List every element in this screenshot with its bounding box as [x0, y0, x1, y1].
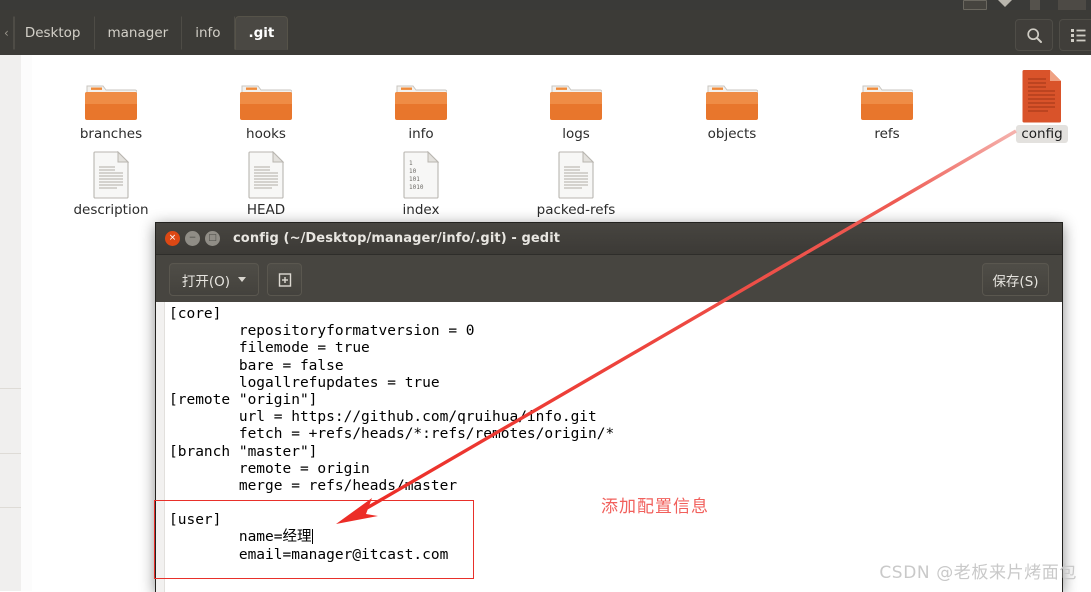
tray-icon-dropdown[interactable]: [998, 0, 1012, 7]
callout-text: 添加配置信息: [601, 497, 709, 517]
binary-line-1: 10: [409, 168, 417, 175]
folder-icon: [521, 65, 631, 123]
new-document-button[interactable]: [267, 263, 302, 296]
close-icon: ×: [168, 233, 177, 243]
save-button-label: 保存(S): [992, 273, 1039, 290]
file-item-info[interactable]: info: [366, 65, 476, 143]
binary-line-3: 1010: [409, 184, 424, 191]
file-manager-header: ‹ Desktop manager info .git: [0, 10, 1091, 56]
view-mode-button[interactable]: [1059, 19, 1091, 51]
breadcrumb-item-2[interactable]: info: [182, 16, 235, 50]
folder-icon: [211, 65, 321, 123]
save-button[interactable]: 保存(S): [982, 263, 1049, 296]
maximize-button[interactable]: □: [205, 231, 220, 246]
breadcrumb-item-1[interactable]: manager: [95, 16, 183, 50]
desktop-root: ‹ Desktop manager info .git branches hoo…: [0, 0, 1091, 592]
file-label: description: [73, 202, 149, 218]
folder-icon: [366, 65, 476, 123]
search-button[interactable]: [1015, 19, 1053, 51]
window-title: config (~/Desktop/manager/info/.git) - g…: [233, 231, 561, 246]
binary-line-0: 1: [409, 160, 413, 167]
file-label: objects: [707, 126, 757, 142]
code-line: url = https://github.com/qruihua/info.gi…: [169, 409, 597, 426]
system-tray-strip: [0, 0, 1091, 10]
file-item-hooks[interactable]: hooks: [211, 65, 321, 143]
sidebar-divider: [0, 453, 21, 454]
code-line: logallrefupdates = true: [169, 374, 440, 391]
breadcrumb-label: Desktop: [24, 25, 81, 41]
window-controls: × − □: [156, 231, 220, 246]
breadcrumb-label: .git: [248, 25, 275, 41]
new-document-icon: [278, 272, 291, 287]
close-button[interactable]: ×: [165, 231, 180, 246]
document-icon: [211, 141, 321, 199]
search-icon: [1026, 27, 1042, 43]
code-line: bare = false: [169, 357, 344, 374]
document-icon: [56, 141, 166, 199]
gedit-titlebar[interactable]: × − □ config (~/Desktop/manager/info/.gi…: [156, 223, 1062, 255]
file-item-config[interactable]: config: [987, 61, 1091, 143]
breadcrumb-label: info: [195, 25, 221, 41]
folder-icon: [832, 65, 942, 123]
file-label: index: [402, 202, 440, 218]
places-sidebar[interactable]: [0, 55, 22, 591]
file-label: HEAD: [246, 202, 286, 218]
code-line: remote = origin: [169, 460, 370, 477]
chevron-down-icon: [238, 277, 247, 282]
folder-icon: [56, 65, 166, 123]
file-label: refs: [874, 126, 900, 142]
breadcrumb: ‹ Desktop manager info .git: [0, 16, 289, 50]
tray-icon-display[interactable]: [963, 0, 987, 10]
maximize-icon: □: [208, 233, 217, 243]
file-item-head[interactable]: HEAD: [211, 141, 321, 219]
tray-clock[interactable]: [1058, 0, 1086, 10]
open-button-label: 打开(O): [181, 273, 231, 290]
breadcrumb-label: manager: [107, 25, 169, 41]
document-icon: [521, 141, 631, 199]
breadcrumb-item-0[interactable]: Desktop: [13, 16, 95, 50]
document-icon-selected: [987, 61, 1091, 123]
folder-icon: [677, 65, 787, 123]
minimize-button[interactable]: −: [185, 231, 200, 246]
file-item-packed-refs[interactable]: packed-refs: [521, 141, 631, 219]
breadcrumb-overflow[interactable]: ‹: [0, 16, 14, 50]
binary-document-icon: 1 10 101 1010: [366, 141, 476, 199]
code-line: name=经理: [169, 529, 313, 546]
binary-line-2: 101: [409, 176, 420, 183]
breadcrumb-item-3-current[interactable]: .git: [234, 16, 289, 50]
list-view-icon: [1070, 28, 1085, 42]
gedit-toolbar: 打开(O) 保存(S): [156, 255, 1062, 303]
file-item-index[interactable]: 1 10 101 1010 index: [366, 141, 476, 219]
file-item-logs[interactable]: logs: [521, 65, 631, 143]
gedit-document-area[interactable]: [core] repositoryformatversion = 0 filem…: [156, 302, 1062, 592]
file-item-objects[interactable]: objects: [677, 65, 787, 143]
code-line: repositoryformatversion = 0: [169, 323, 475, 340]
code-line: fetch = +refs/heads/*:refs/remotes/origi…: [169, 426, 615, 443]
file-item-refs[interactable]: refs: [832, 65, 942, 143]
code-line: [core]: [169, 306, 222, 322]
tray-icon-misc[interactable]: [1030, 0, 1040, 10]
code-line: [remote "origin"]: [169, 391, 318, 408]
gedit-window[interactable]: × − □ config (~/Desktop/manager/info/.gi…: [155, 222, 1063, 592]
line-gutter: [156, 302, 165, 592]
minimize-icon: −: [188, 233, 197, 243]
file-label: packed-refs: [536, 202, 616, 218]
config-text-content[interactable]: [core] repositoryformatversion = 0 filem…: [165, 302, 1062, 592]
open-file-button[interactable]: 打开(O): [169, 263, 259, 296]
file-item-branches[interactable]: branches: [56, 65, 166, 143]
file-item-description[interactable]: description: [56, 141, 166, 219]
file-label: config: [1016, 125, 1068, 143]
sidebar-divider: [0, 507, 21, 508]
watermark: CSDN @老板来片烤面包: [879, 563, 1077, 583]
code-line: filemode = true: [169, 340, 370, 357]
text-cursor: [311, 529, 313, 545]
code-line: [branch "master"]: [169, 443, 318, 460]
sidebar-divider: [0, 388, 21, 389]
